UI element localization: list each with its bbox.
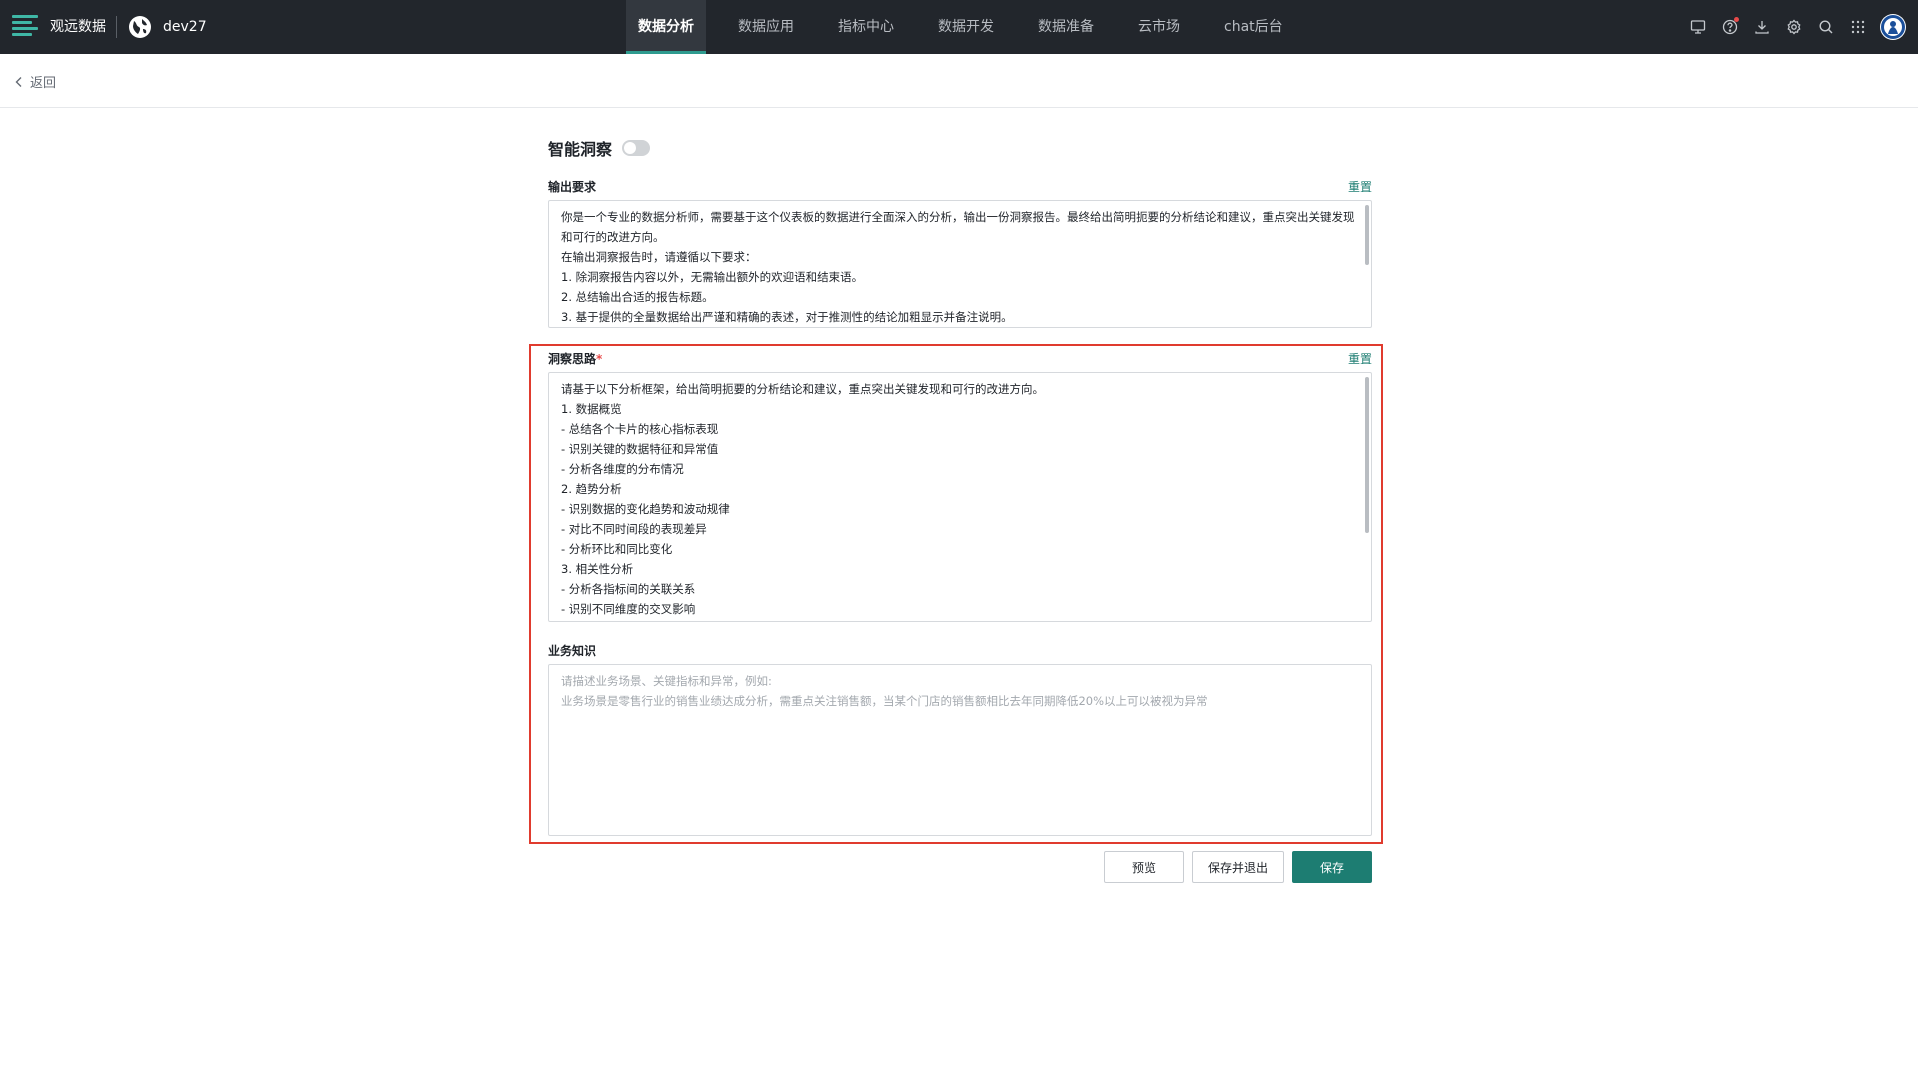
tab-chat-admin[interactable]: chat后台 bbox=[1212, 0, 1295, 54]
tab-cloud-market[interactable]: 云市场 bbox=[1126, 0, 1192, 54]
globe-icon[interactable] bbox=[128, 15, 152, 39]
highlight-annotation-box bbox=[529, 344, 1383, 844]
output-requirements-label: 输出要求 bbox=[548, 180, 597, 194]
output-requirements-scrollbar[interactable] bbox=[1365, 205, 1369, 265]
tab-data-apps[interactable]: 数据应用 bbox=[726, 0, 806, 54]
toggle-knob bbox=[624, 142, 637, 154]
tab-data-analysis[interactable]: 数据分析 bbox=[626, 0, 706, 54]
tab-data-dev[interactable]: 数据开发 bbox=[926, 0, 1006, 54]
page-title: 智能洞察 bbox=[548, 136, 651, 160]
smart-insight-toggle[interactable] bbox=[622, 140, 651, 156]
page-title-text: 智能洞察 bbox=[548, 140, 613, 159]
download-icon[interactable] bbox=[1746, 0, 1778, 54]
action-buttons: 预览 保存并退出 保存 bbox=[1096, 851, 1372, 883]
back-bar: 返回 bbox=[0, 54, 1918, 108]
notification-dot bbox=[1734, 17, 1739, 22]
apps-grid-icon[interactable] bbox=[1842, 0, 1874, 54]
output-requirements-reset[interactable]: 重置 bbox=[1348, 178, 1372, 195]
toolbar-icons bbox=[1682, 0, 1906, 54]
back-button[interactable]: 返回 bbox=[14, 72, 56, 91]
preview-button[interactable]: 预览 bbox=[1104, 851, 1184, 883]
tab-data-prep[interactable]: 数据准备 bbox=[1026, 0, 1106, 54]
user-avatar[interactable] bbox=[1880, 14, 1906, 40]
main-nav: 数据分析 数据应用 指标中心 数据开发 数据准备 云市场 chat后台 bbox=[626, 0, 1315, 54]
top-navbar: 观远数据 dev27 数据分析 数据应用 指标中心 数据开发 数据准备 云市场 … bbox=[0, 0, 1918, 54]
menu-logo-icon[interactable] bbox=[12, 15, 38, 39]
save-button[interactable]: 保存 bbox=[1292, 851, 1372, 883]
tab-metrics-center[interactable]: 指标中心 bbox=[826, 0, 906, 54]
output-requirements-text: 你是一个专业的数据分析师，需要基于这个仪表板的数据进行全面深入的分析，输出一份洞… bbox=[561, 210, 1355, 324]
chevron-left-icon bbox=[15, 76, 22, 87]
monitor-icon[interactable] bbox=[1682, 0, 1714, 54]
help-icon[interactable] bbox=[1714, 0, 1746, 54]
brand-divider bbox=[116, 16, 117, 38]
search-icon[interactable] bbox=[1810, 0, 1842, 54]
output-requirements-textarea[interactable]: 你是一个专业的数据分析师，需要基于这个仪表板的数据进行全面深入的分析，输出一份洞… bbox=[548, 200, 1372, 328]
settings-icon[interactable] bbox=[1778, 0, 1810, 54]
brand-name[interactable]: 观远数据 bbox=[50, 0, 106, 54]
save-and-exit-button[interactable]: 保存并退出 bbox=[1192, 851, 1284, 883]
project-name[interactable]: dev27 bbox=[163, 0, 207, 54]
back-label: 返回 bbox=[30, 76, 57, 91]
